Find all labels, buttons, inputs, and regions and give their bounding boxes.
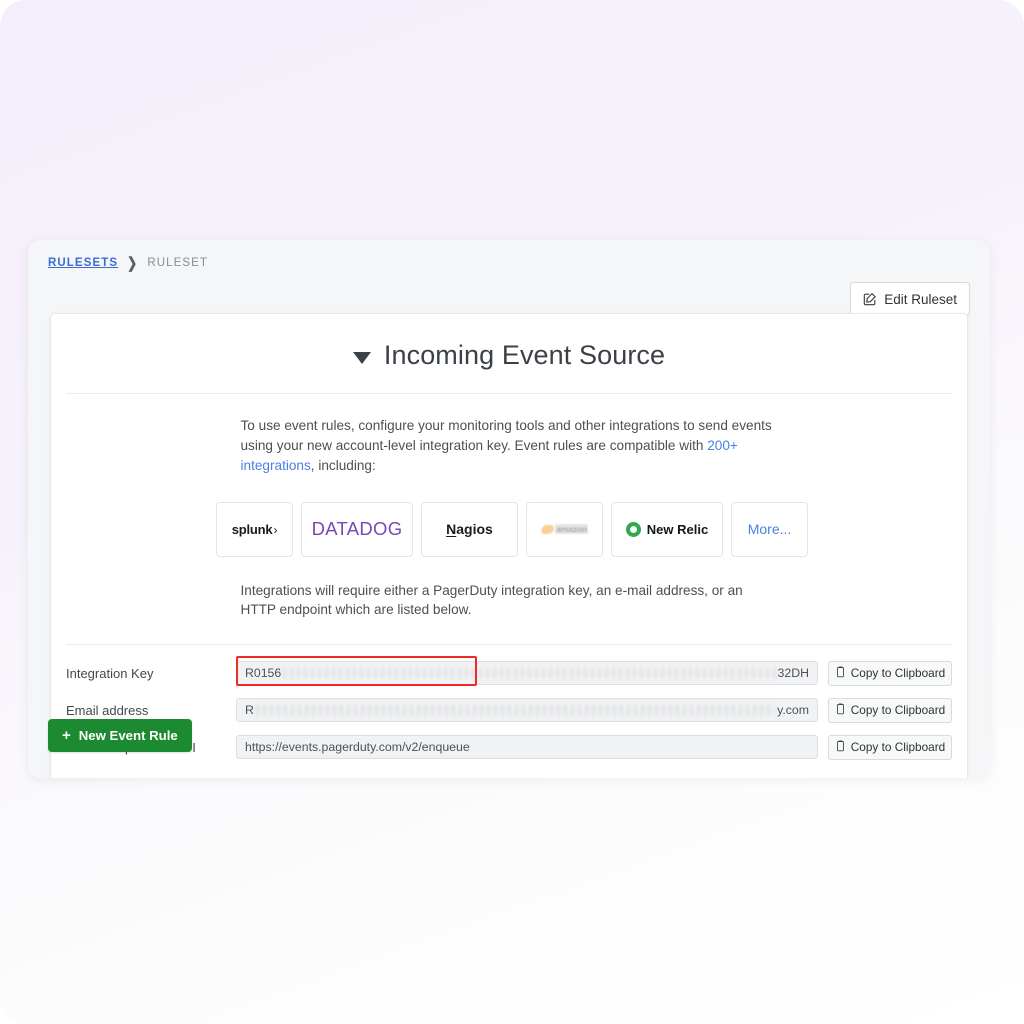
integration-tile-nagios[interactable]: Nagios bbox=[421, 501, 518, 557]
amazon-swoosh-icon bbox=[540, 523, 555, 535]
nagios-initial: N bbox=[446, 521, 457, 538]
new-relic-ring-icon bbox=[625, 521, 641, 537]
page-title: Incoming Event Source bbox=[383, 340, 666, 370]
intro-paragraph: To use event rules, configure your monit… bbox=[237, 416, 782, 476]
integration-key-label: Integration Key bbox=[66, 665, 154, 681]
redacted-region bbox=[283, 668, 776, 679]
integration-tile-amazon[interactable]: amazon bbox=[526, 501, 603, 557]
edit-ruleset-label: Edit Ruleset bbox=[884, 291, 957, 307]
integration-tile-splunk[interactable]: splunk › bbox=[216, 501, 293, 557]
email-address-value-head: R bbox=[245, 703, 254, 718]
amazon-logo-icon: amazon bbox=[540, 523, 588, 535]
integration-tile-more[interactable]: More... bbox=[731, 501, 808, 557]
payload-note: The integration key must be part of the … bbox=[66, 770, 952, 778]
copy-integration-key-label: Copy to Clipboard bbox=[850, 666, 946, 681]
clipboard-icon bbox=[835, 703, 846, 718]
amazon-label: amazon bbox=[555, 524, 588, 535]
more-label: More... bbox=[747, 521, 792, 538]
email-address-input[interactable]: R y.com bbox=[236, 698, 818, 723]
integration-details-form: Integration Key R0156 32DH Copy to Clipb… bbox=[51, 645, 967, 778]
redacted-region bbox=[255, 705, 776, 716]
nagios-logo-icon: Nagios bbox=[446, 521, 493, 537]
form-row-integration-key: Integration Key R0156 32DH Copy to Clipb… bbox=[66, 656, 952, 687]
plus-icon: + bbox=[62, 727, 71, 744]
copy-email-address-button[interactable]: Copy to Clipboard bbox=[828, 697, 952, 723]
triangle-down-icon[interactable] bbox=[352, 352, 371, 364]
breadcrumb-link-rulesets[interactable]: RULESETS bbox=[48, 257, 118, 269]
new-relic-logo-icon: New Relic bbox=[625, 521, 709, 537]
integration-tile-new-relic[interactable]: New Relic bbox=[611, 501, 723, 557]
page-background: RULESETS ❯ RULESET Edit Ruleset Incoming… bbox=[0, 0, 1024, 1024]
integration-logo-tiles: splunk › DATADOG Nagios amazon New Relic… bbox=[51, 501, 967, 557]
copy-http-endpoint-button[interactable]: Copy to Clipboard bbox=[828, 734, 952, 760]
integration-tile-datadog[interactable]: DATADOG bbox=[301, 501, 413, 557]
copy-email-address-label: Copy to Clipboard bbox=[850, 703, 946, 718]
splunk-suffix: › bbox=[273, 522, 278, 537]
incoming-event-source-card: Incoming Event Source To use event rules… bbox=[50, 313, 968, 778]
new-event-rule-label: New Event Rule bbox=[78, 728, 178, 743]
form-row-http-endpoint: HTTP endpoint for API https://events.pag… bbox=[66, 733, 952, 761]
clipboard-icon bbox=[835, 740, 846, 755]
nagios-rest: agios bbox=[456, 521, 493, 538]
http-endpoint-value: https://events.pagerduty.com/v2/enqueue bbox=[245, 740, 470, 755]
integration-key-value-tail: 32DH bbox=[777, 666, 809, 681]
datadog-logo-icon: DATADOG bbox=[311, 518, 403, 540]
splunk-label: splunk bbox=[231, 521, 273, 537]
breadcrumb-current-ruleset: RULESET bbox=[147, 257, 209, 269]
integration-key-input[interactable]: R0156 32DH bbox=[236, 661, 818, 686]
copy-http-endpoint-label: Copy to Clipboard bbox=[850, 740, 946, 755]
chevron-right-icon: ❯ bbox=[127, 254, 139, 272]
integration-key-value-head: R0156 bbox=[245, 666, 282, 681]
card-header[interactable]: Incoming Event Source bbox=[51, 314, 967, 393]
email-address-value-tail: y.com bbox=[777, 703, 809, 718]
intro-text-part1: To use event rules, configure your monit… bbox=[240, 418, 772, 453]
new-event-rule-button[interactable]: + New Event Rule bbox=[48, 719, 192, 752]
intro-text-part2: , including: bbox=[310, 457, 376, 473]
new-relic-label: New Relic bbox=[646, 521, 709, 537]
breadcrumb: RULESETS ❯ RULESET bbox=[48, 254, 209, 272]
clipboard-icon bbox=[835, 666, 846, 681]
copy-integration-key-button[interactable]: Copy to Clipboard bbox=[828, 660, 952, 686]
http-endpoint-input[interactable]: https://events.pagerduty.com/v2/enqueue bbox=[236, 735, 818, 760]
app-panel: RULESETS ❯ RULESET Edit Ruleset Incoming… bbox=[28, 240, 990, 778]
form-row-email-address: Email address R y.com Copy to Clipboard bbox=[66, 696, 952, 724]
pencil-square-icon bbox=[863, 292, 877, 306]
requirements-paragraph: Integrations will require either a Pager… bbox=[240, 582, 743, 618]
edit-ruleset-button[interactable]: Edit Ruleset bbox=[850, 282, 970, 316]
email-address-label: Email address bbox=[66, 702, 149, 718]
splunk-logo-icon: splunk › bbox=[232, 522, 278, 537]
